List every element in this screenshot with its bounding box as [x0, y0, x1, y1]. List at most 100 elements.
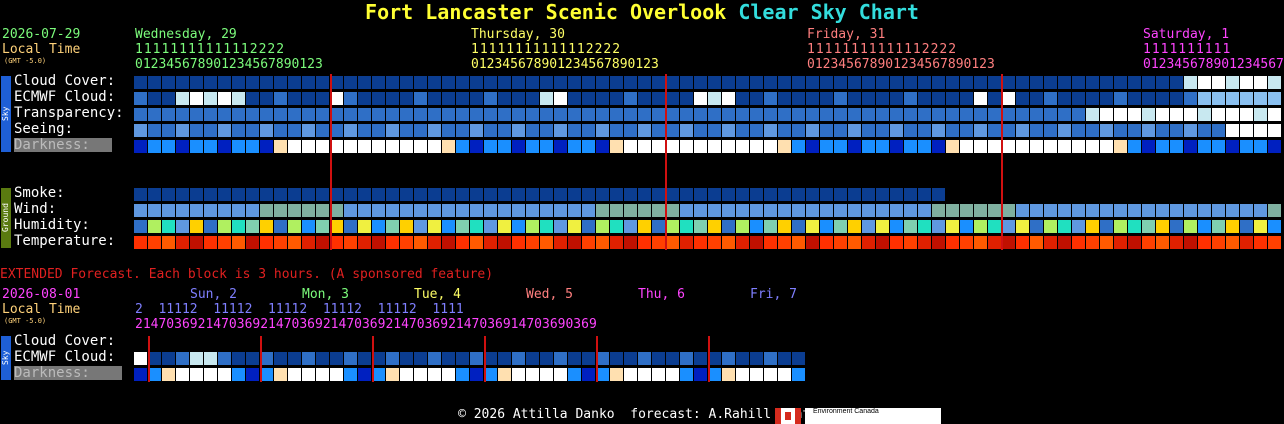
forecast-cell — [1114, 92, 1127, 105]
forecast-cell — [1100, 204, 1113, 217]
forecast-cell — [582, 108, 595, 121]
forecast-cell — [596, 204, 609, 217]
forecast-cell — [946, 236, 959, 249]
ext-forecast-cell — [246, 352, 259, 365]
forecast-cell — [358, 76, 371, 89]
forecast-cell — [1254, 236, 1267, 249]
forecast-cell — [596, 236, 609, 249]
ext-forecast-cell — [498, 368, 511, 381]
forecast-cell — [526, 220, 539, 233]
forecast-cell — [1226, 220, 1239, 233]
forecast-cell — [778, 236, 791, 249]
forecast-cell — [624, 92, 637, 105]
forecast-cell — [372, 236, 385, 249]
forecast-cell — [162, 204, 175, 217]
forecast-cell — [862, 236, 875, 249]
forecast-cell — [638, 76, 651, 89]
forecast-cell — [442, 124, 455, 137]
forecast-cell — [722, 220, 735, 233]
forecast-cell — [484, 188, 497, 201]
forecast-cell — [1226, 236, 1239, 249]
forecast-cell — [1198, 124, 1211, 137]
forecast-cell — [176, 220, 189, 233]
forecast-cell — [610, 140, 623, 153]
ext-forecast-cell — [526, 368, 539, 381]
forecast-cell — [134, 220, 147, 233]
forecast-cell — [1198, 204, 1211, 217]
forecast-cell — [960, 140, 973, 153]
forecast-cell — [1254, 76, 1267, 89]
forecast-cell — [582, 76, 595, 89]
forecast-cell — [1170, 76, 1183, 89]
forecast-cell — [694, 220, 707, 233]
forecast-cell — [904, 108, 917, 121]
forecast-cell — [470, 108, 483, 121]
ext-row-label-ecmwf-cloud: ECMWF Cloud: — [14, 349, 116, 365]
forecast-cell — [890, 220, 903, 233]
ext-forecast-cell — [134, 352, 147, 365]
ext-forecast-cell — [288, 352, 301, 365]
forecast-cell — [204, 76, 217, 89]
ext-forecast-cell — [750, 352, 763, 365]
forecast-cell — [1072, 220, 1085, 233]
forecast-cell — [260, 236, 273, 249]
forecast-cell — [666, 92, 679, 105]
forecast-cell — [596, 108, 609, 121]
forecast-cell — [1002, 220, 1015, 233]
forecast-cell — [694, 204, 707, 217]
forecast-cell — [582, 124, 595, 137]
forecast-cell — [372, 124, 385, 137]
ext-forecast-cell — [232, 352, 245, 365]
forecast-cell — [1058, 140, 1071, 153]
forecast-cell — [610, 188, 623, 201]
forecast-cell — [750, 124, 763, 137]
ext-forecast-cell — [638, 368, 651, 381]
forecast-cell — [582, 220, 595, 233]
forecast-cell — [792, 92, 805, 105]
forecast-cell — [456, 140, 469, 153]
forecast-cell — [750, 220, 763, 233]
forecast-cell — [218, 92, 231, 105]
forecast-cell — [428, 140, 441, 153]
forecast-cell — [484, 92, 497, 105]
forecast-cell — [974, 124, 987, 137]
forecast-cell — [1212, 140, 1225, 153]
ext-forecast-cell — [386, 352, 399, 365]
hour-units-thu: 012345678901234567890123 — [471, 57, 659, 72]
forecast-cell — [148, 236, 161, 249]
forecast-cell — [1100, 76, 1113, 89]
forecast-cell — [1100, 108, 1113, 121]
forecast-cell — [862, 188, 875, 201]
forecast-cell — [1268, 236, 1281, 249]
forecast-cell — [1142, 140, 1155, 153]
forecast-cell — [778, 76, 791, 89]
forecast-cell — [750, 76, 763, 89]
forecast-cell — [1128, 204, 1141, 217]
forecast-cell — [1086, 204, 1099, 217]
forecast-cell — [316, 140, 329, 153]
forecast-cell — [848, 108, 861, 121]
ext-day-divider — [708, 336, 710, 382]
forecast-cell — [260, 188, 273, 201]
forecast-cell — [932, 108, 945, 121]
forecast-cell — [274, 92, 287, 105]
ext-forecast-cell — [792, 352, 805, 365]
forecast-cell — [232, 220, 245, 233]
forecast-cell — [204, 140, 217, 153]
ext-forecast-cell — [316, 352, 329, 365]
forecast-cell — [428, 220, 441, 233]
forecast-cell — [232, 124, 245, 137]
forecast-cell — [988, 124, 1001, 137]
forecast-cell — [512, 236, 525, 249]
forecast-cell — [274, 236, 287, 249]
forecast-cell — [1268, 124, 1281, 137]
forecast-cell — [498, 204, 511, 217]
forecast-cell — [1044, 236, 1057, 249]
ext-forecast-cell — [568, 352, 581, 365]
forecast-cell — [778, 188, 791, 201]
forecast-cell — [764, 204, 777, 217]
ext-day-thu: Thu, 6 — [638, 287, 685, 302]
ext-forecast-cell — [736, 352, 749, 365]
forecast-cell — [1016, 204, 1029, 217]
ext-date-label: 2026-08-01 — [2, 287, 81, 302]
